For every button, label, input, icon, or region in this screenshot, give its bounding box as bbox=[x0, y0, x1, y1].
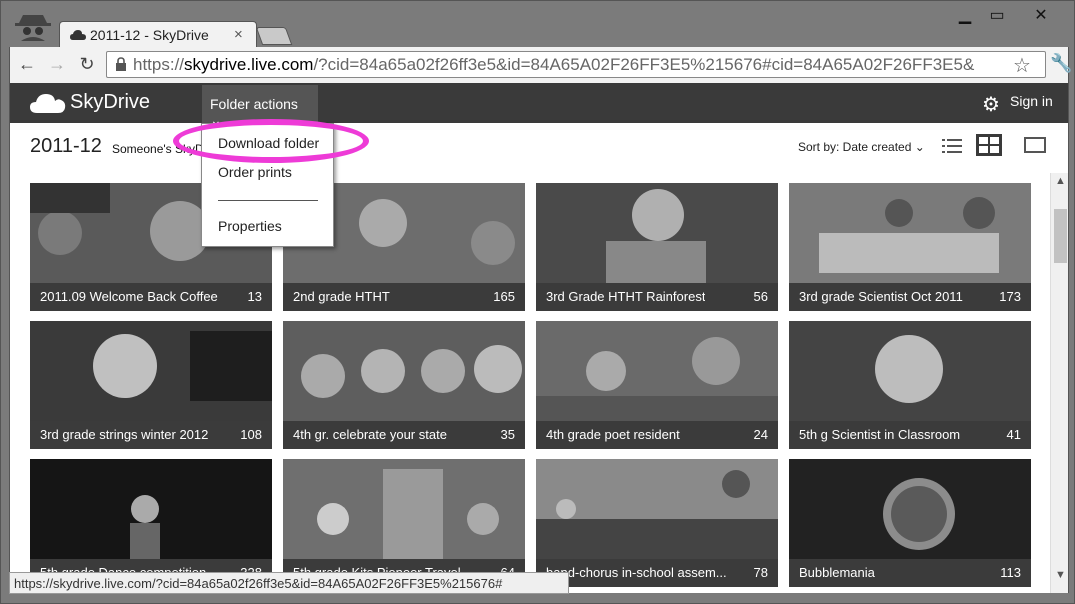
back-icon[interactable]: ← bbox=[16, 53, 38, 75]
bookmark-star-icon[interactable]: ☆ bbox=[1013, 53, 1031, 77]
folder-count: 165 bbox=[493, 289, 515, 304]
folder-thumbnail bbox=[283, 459, 525, 559]
vertical-scrollbar[interactable]: ▲ ▼ bbox=[1050, 173, 1068, 593]
skydrive-header: SkyDrive Folder actions ⌄ ⚙ Sign in bbox=[9, 83, 1069, 128]
folder-caption: 5th g Scientist in Classroom 41 bbox=[789, 421, 1031, 449]
folder-count: 56 bbox=[753, 289, 768, 304]
folder-name: band-chorus in-school assem... bbox=[546, 565, 727, 580]
folder-count: 78 bbox=[753, 565, 768, 580]
folder-caption: 4th gr. celebrate your state 35 bbox=[283, 421, 525, 449]
folder-thumbnail bbox=[536, 183, 778, 283]
highlight-annotation bbox=[173, 119, 369, 163]
chevron-down-icon: ⌄ bbox=[914, 140, 925, 154]
folder-tile[interactable]: 4th gr. celebrate your state 35 bbox=[283, 321, 525, 449]
url-scheme: https:// bbox=[133, 55, 185, 74]
folder-count: 113 bbox=[1000, 565, 1021, 580]
folder-tile[interactable]: 3rd grade Scientist Oct 2011 173 bbox=[789, 183, 1031, 311]
url-host: skydrive.live.com bbox=[184, 55, 314, 74]
scroll-down-icon[interactable]: ▼ bbox=[1055, 569, 1066, 581]
tab-title: 2011-12 - SkyDrive bbox=[90, 27, 209, 43]
folder-tile[interactable]: Bubblemania 113 bbox=[789, 459, 1031, 587]
folder-caption: 2nd grade HTHT 165 bbox=[283, 283, 525, 311]
sign-in-link[interactable]: Sign in bbox=[1010, 93, 1053, 109]
status-bar: https://skydrive.live.com/?cid=84a65a02f… bbox=[9, 572, 569, 594]
folder-name: 3rd grade Scientist Oct 2011 bbox=[799, 289, 963, 304]
folder-name: 4th gr. celebrate your state bbox=[293, 427, 447, 442]
url-path: /?cid=84a65a02f26ff3e5&id=84A65A02F26FF3… bbox=[313, 55, 975, 74]
folder-tile[interactable]: 5th g Scientist in Classroom 41 bbox=[789, 321, 1031, 449]
skydrive-cloud-icon bbox=[30, 94, 66, 113]
menu-divider bbox=[218, 200, 318, 201]
folder-name: 4th grade poet resident bbox=[546, 427, 680, 442]
folder-thumbnail bbox=[30, 321, 272, 421]
folder-count: 24 bbox=[753, 427, 768, 442]
menu-item-order-prints[interactable]: Order prints bbox=[218, 164, 292, 180]
tab-strip: 2011-12 - SkyDrive × ▁ ▭ ✕ bbox=[1, 1, 1075, 49]
folder-caption: 2011.09 Welcome Back Coffee 13 bbox=[30, 283, 272, 311]
folder-tile[interactable]: 5th grade Dance competition328 bbox=[30, 459, 272, 587]
lock-icon bbox=[116, 57, 126, 71]
address-bar[interactable]: https://skydrive.live.com/?cid=84a65a02f… bbox=[106, 51, 1046, 78]
folder-count: 41 bbox=[1006, 427, 1021, 442]
folder-name: 2nd grade HTHT bbox=[293, 289, 390, 304]
folder-caption: band-chorus in-school assem... 78 bbox=[536, 559, 778, 587]
tab-skydrive[interactable]: 2011-12 - SkyDrive × bbox=[59, 21, 257, 49]
folder-count: 35 bbox=[500, 427, 515, 442]
folder-name: 3rd grade strings winter 2012 bbox=[40, 427, 209, 442]
folder-thumbnail bbox=[789, 183, 1031, 283]
gear-icon[interactable]: ⚙ bbox=[982, 92, 1000, 117]
close-icon[interactable]: ✕ bbox=[1019, 5, 1063, 25]
browser-toolbar: ← → ↻ https://skydrive.live.com/?cid=84a… bbox=[9, 47, 1072, 83]
folder-name: Bubblemania bbox=[799, 565, 875, 580]
thumbnail-view-icon[interactable] bbox=[976, 134, 1002, 156]
folder-name: 3rd Grade HTHT Rainforest bbox=[546, 289, 706, 304]
brand-name[interactable]: SkyDrive bbox=[70, 91, 150, 114]
main-content: 2011-12 Someone's SkyD Sort by: Date cre… bbox=[9, 123, 1069, 593]
wrench-menu-icon[interactable]: 🔧 bbox=[1050, 53, 1072, 74]
tab-close-icon[interactable]: × bbox=[234, 26, 243, 43]
forward-icon[interactable]: → bbox=[46, 53, 68, 75]
sort-dropdown[interactable]: Sort by: Date created ⌄ bbox=[798, 140, 925, 154]
folder-caption: 3rd grade strings winter 2012 108 bbox=[30, 421, 272, 449]
folder-actions-label: Folder actions bbox=[210, 96, 298, 112]
folder-caption: 3rd grade Scientist Oct 2011 173 bbox=[789, 283, 1031, 311]
folder-tile[interactable]: 5th grade Kits Pioneer Travel64 bbox=[283, 459, 525, 587]
folder-thumbnail bbox=[789, 321, 1031, 421]
incognito-icon bbox=[15, 15, 51, 41]
folder-caption: Bubblemania 113 bbox=[789, 559, 1031, 587]
scroll-up-icon[interactable]: ▲ bbox=[1055, 175, 1066, 187]
folder-thumbnail bbox=[789, 459, 1031, 559]
folder-count: 108 bbox=[240, 427, 262, 442]
maximize-icon[interactable]: ▭ bbox=[975, 5, 1019, 25]
folder-tile[interactable]: 4th grade poet resident 24 bbox=[536, 321, 778, 449]
reload-icon[interactable]: ↻ bbox=[76, 53, 98, 75]
folder-thumbnail bbox=[536, 459, 778, 559]
details-pane-icon[interactable] bbox=[1024, 137, 1046, 153]
scroll-thumb[interactable] bbox=[1054, 209, 1067, 263]
cloud-icon bbox=[70, 30, 86, 40]
sort-label: Sort by: Date created bbox=[798, 140, 912, 154]
url-text: https://skydrive.live.com/?cid=84a65a02f… bbox=[133, 55, 974, 75]
folder-tile[interactable]: 3rd Grade HTHT Rainforest 56 bbox=[536, 183, 778, 311]
new-tab-button[interactable] bbox=[255, 27, 293, 45]
folder-name: 2011.09 Welcome Back Coffee bbox=[40, 289, 218, 304]
folder-tile[interactable]: band-chorus in-school assem... 78 bbox=[536, 459, 778, 587]
page-title: 2011-12 bbox=[30, 135, 102, 157]
folder-thumbnail bbox=[283, 321, 525, 421]
folder-thumbnail bbox=[30, 459, 272, 559]
folder-name: 5th g Scientist in Classroom bbox=[799, 427, 961, 442]
folder-thumbnail bbox=[536, 321, 778, 421]
folder-count: 13 bbox=[247, 289, 262, 304]
list-view-icon[interactable] bbox=[942, 137, 962, 155]
folder-tile[interactable]: 3rd grade strings winter 2012 108 bbox=[30, 321, 272, 449]
folder-actions-button[interactable]: Folder actions ⌄ bbox=[202, 85, 318, 128]
folder-caption: 3rd Grade HTHT Rainforest 56 bbox=[536, 283, 778, 311]
menu-item-properties[interactable]: Properties bbox=[218, 218, 282, 234]
browser-window: 2011-12 - SkyDrive × ▁ ▭ ✕ ← → ↻ https:/… bbox=[0, 0, 1075, 604]
folder-count: 173 bbox=[999, 289, 1021, 304]
folder-caption: 4th grade poet resident 24 bbox=[536, 421, 778, 449]
